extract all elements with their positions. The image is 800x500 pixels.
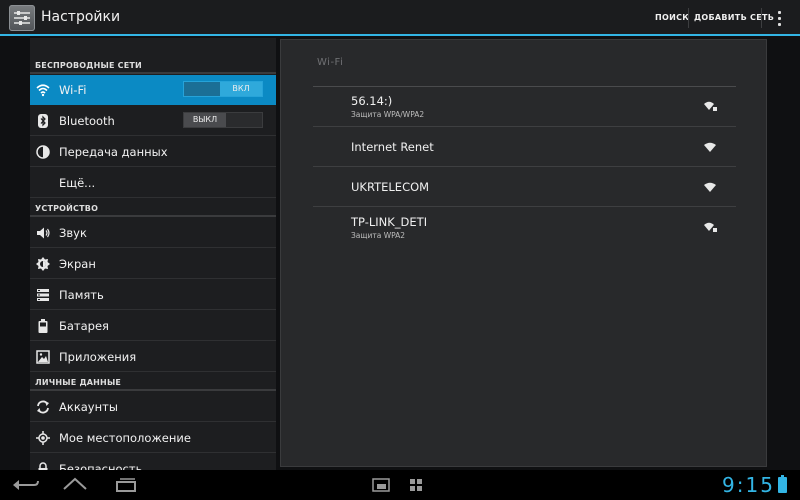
network-item[interactable]: TP-LINK_DETI Защита WPA2 bbox=[313, 207, 736, 247]
sidebar-item-label: Память bbox=[59, 288, 104, 302]
network-ssid: TP-LINK_DETI bbox=[351, 215, 428, 229]
network-item[interactable]: 56.14:) Защита WPA/WPA2 bbox=[313, 87, 736, 127]
sidebar-item-sound[interactable]: Звук bbox=[30, 218, 276, 248]
recent-apps-icon[interactable] bbox=[114, 476, 138, 492]
sidebar-item-display[interactable]: Экран bbox=[30, 249, 276, 279]
action-bar: Настройки ПОИСК ДОБАВИТЬ СЕТЬ bbox=[0, 0, 800, 36]
system-nav-bar: 9:15 bbox=[0, 470, 800, 500]
battery-status-icon[interactable] bbox=[778, 475, 787, 493]
section-header-device: УСТРОЙСТВО bbox=[30, 199, 276, 217]
accounts-sync-icon bbox=[37, 400, 49, 414]
page-title: Настройки bbox=[41, 9, 121, 25]
sidebar-item-data-usage[interactable]: Передача данных bbox=[30, 137, 276, 167]
sound-icon bbox=[37, 227, 50, 239]
section-header-wireless: БЕСПРОВОДНЫЕ СЕТИ bbox=[30, 56, 276, 74]
screen-compat-icon[interactable] bbox=[372, 478, 390, 492]
sidebar-item-more[interactable]: Ещё... bbox=[30, 168, 276, 198]
sidebar-item-label: Батарея bbox=[59, 319, 109, 333]
apps-icon bbox=[36, 350, 50, 364]
wifi-icon bbox=[36, 84, 50, 97]
sidebar-item-label: Безопасность bbox=[59, 462, 143, 470]
network-item[interactable]: Internet Renet bbox=[313, 127, 736, 167]
wifi-panel-header: Wi-Fi bbox=[317, 57, 344, 68]
action-divider bbox=[761, 8, 762, 28]
sidebar-item-accounts[interactable]: Аккаунты bbox=[30, 392, 276, 422]
sidebar-item-location[interactable]: Мое местоположение bbox=[30, 423, 276, 453]
wifi-toggle[interactable]: ВКЛ bbox=[183, 81, 263, 97]
location-icon bbox=[36, 431, 50, 445]
network-security: Защита WPA/WPA2 bbox=[351, 110, 425, 119]
sidebar-item-bluetooth[interactable]: Bluetooth ВЫКЛ bbox=[30, 106, 276, 136]
wifi-panel: Wi-Fi 56.14:) Защита WPA/WPA2 Internet R… bbox=[280, 39, 767, 467]
sidebar-item-wifi[interactable]: Wi-Fi ВКЛ bbox=[30, 75, 276, 105]
wifi-signal-icon bbox=[704, 182, 716, 192]
bluetooth-toggle[interactable]: ВЫКЛ bbox=[183, 112, 263, 128]
storage-icon bbox=[37, 289, 49, 301]
lock-icon bbox=[38, 462, 48, 470]
wifi-signal-icon bbox=[704, 142, 716, 152]
overflow-menu-icon[interactable] bbox=[772, 9, 786, 27]
sidebar-item-label: Экран bbox=[59, 257, 96, 271]
sidebar-item-label: Звук bbox=[59, 226, 87, 240]
bluetooth-icon bbox=[38, 114, 48, 128]
toggle-state: ВКЛ bbox=[220, 82, 262, 96]
status-clock[interactable]: 9:15 bbox=[722, 473, 775, 497]
search-button[interactable]: ПОИСК bbox=[655, 13, 689, 22]
sidebar-item-label: Wi-Fi bbox=[59, 83, 87, 97]
data-usage-icon bbox=[36, 145, 50, 159]
sidebar-item-label: Передача данных bbox=[59, 145, 168, 159]
section-header-personal: ЛИЧНЫЕ ДАННЫЕ bbox=[30, 373, 276, 391]
wifi-signal-locked-icon bbox=[704, 222, 717, 232]
wifi-signal-locked-icon bbox=[704, 101, 717, 111]
add-network-button[interactable]: ДОБАВИТЬ СЕТЬ bbox=[694, 13, 774, 22]
sidebar-item-storage[interactable]: Память bbox=[30, 280, 276, 310]
network-ssid: Internet Renet bbox=[351, 140, 434, 154]
back-icon[interactable] bbox=[12, 476, 40, 492]
network-item[interactable]: UKRTELECOM bbox=[313, 167, 736, 207]
sidebar-item-label: Приложения bbox=[59, 350, 137, 364]
network-security: Защита WPA2 bbox=[351, 231, 406, 240]
sidebar-item-label: Аккаунты bbox=[59, 400, 118, 414]
home-icon[interactable] bbox=[62, 476, 88, 492]
sidebar-item-label: Мое местоположение bbox=[59, 431, 191, 445]
network-ssid: UKRTELECOM bbox=[351, 180, 430, 194]
grid-menu-icon[interactable] bbox=[409, 478, 423, 492]
sidebar-item-battery[interactable]: Батарея bbox=[30, 311, 276, 341]
toggle-state: ВЫКЛ bbox=[184, 113, 226, 127]
settings-list: БЕСПРОВОДНЫЕ СЕТИ Wi-Fi ВКЛ Bluetooth ВЫ… bbox=[30, 38, 276, 470]
battery-icon bbox=[38, 319, 48, 333]
action-divider bbox=[688, 8, 689, 28]
display-icon bbox=[36, 257, 50, 271]
settings-sliders-icon[interactable] bbox=[9, 5, 35, 31]
network-ssid: 56.14:) bbox=[351, 94, 393, 108]
sidebar-item-label: Bluetooth bbox=[59, 114, 115, 128]
sidebar-item-security[interactable]: Безопасность bbox=[30, 454, 276, 470]
sidebar-item-label: Ещё... bbox=[59, 176, 96, 190]
sidebar-item-apps[interactable]: Приложения bbox=[30, 342, 276, 372]
